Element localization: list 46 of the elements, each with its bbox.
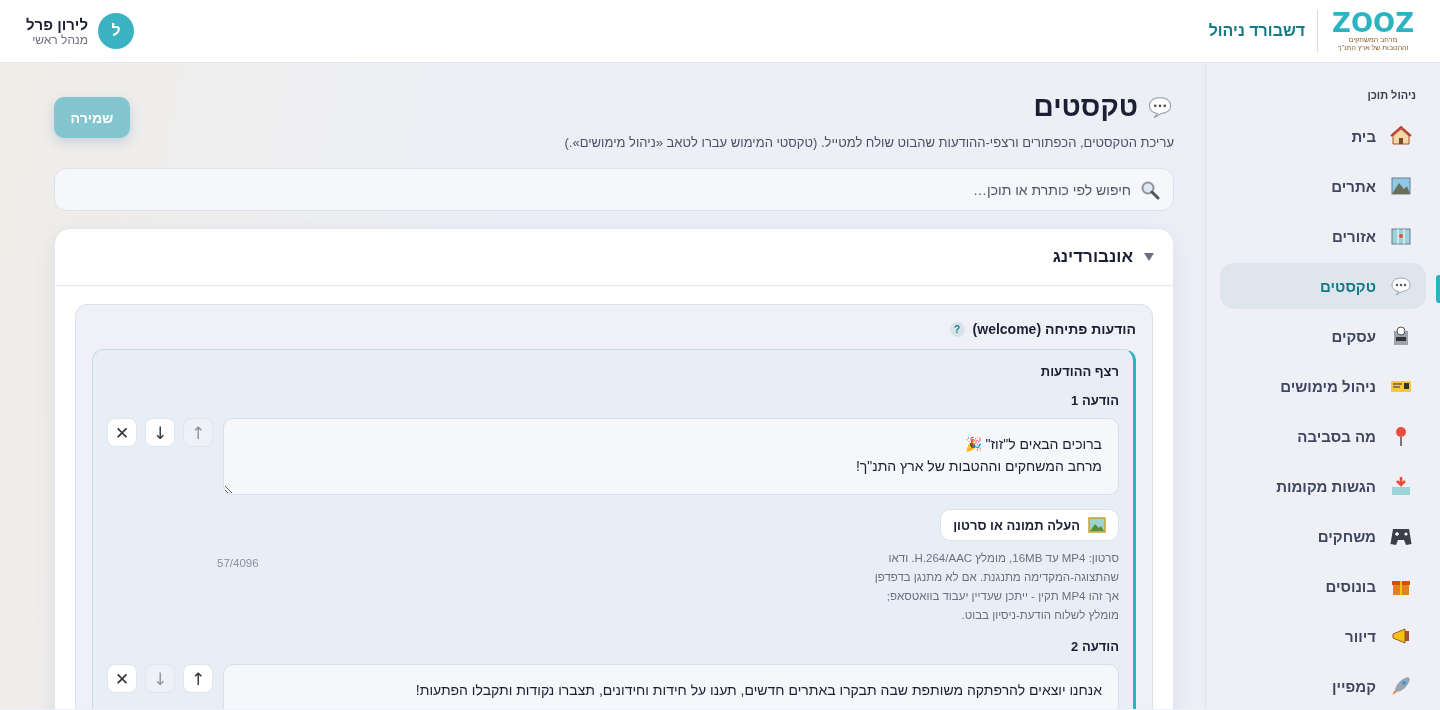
message-label: הודעה 2 (1070, 639, 1119, 654)
message-field[interactable]: אנחנו יוצאים להרפתקה משותפת שבה תבקרו באתרים חדשים, תענו על חידות וחידונים, תצברו נקודות ותקבלו הפתעות! (223, 664, 1119, 709)
nav-item[interactable]: קמפיין (1220, 663, 1426, 709)
group-title: הודעות פתיחה (welcome) (972, 321, 1136, 337)
move-up-button[interactable]: ↑ (183, 664, 213, 693)
nav-icon (1390, 625, 1412, 647)
nav-icon (1390, 175, 1412, 197)
message-label: הודעה 1 (1070, 393, 1119, 408)
move-down-button[interactable]: ↓ (145, 418, 175, 447)
upload-button[interactable]: העלה תמונה או סרטון (940, 509, 1119, 541)
section-title: אונבורדינג (1052, 247, 1133, 267)
nav-icon (1390, 675, 1412, 697)
nav-item[interactable]: טקסטים (1220, 263, 1426, 309)
nav-item[interactable]: משחקים (1220, 513, 1426, 559)
nav-item[interactable]: אזורים (1220, 213, 1426, 259)
user-role: מנהל ראשי (31, 32, 88, 47)
nav-icon (1390, 225, 1412, 247)
logo-text: ZOOZ (1332, 10, 1414, 37)
nav-item[interactable]: מה בסביבה (1220, 413, 1426, 459)
active-indicator (1436, 275, 1440, 303)
page-title: טקסטים (1033, 91, 1138, 123)
help-badge[interactable]: ? (949, 321, 965, 337)
delete-button[interactable]: ✕ (107, 664, 137, 693)
nav-item[interactable]: אתרים (1220, 163, 1426, 209)
nav-icon (1390, 275, 1412, 297)
nav-item[interactable]: דיוור (1220, 613, 1426, 659)
nav-item[interactable]: הגשות מקומות (1220, 463, 1426, 509)
caret-icon[interactable] (1143, 252, 1155, 262)
character-counter: 57/4096 (217, 557, 259, 571)
nav-item[interactable]: בית (1220, 113, 1426, 159)
delete-button[interactable]: ✕ (107, 418, 137, 447)
user-name: לירון פרל (26, 15, 88, 33)
nav-icon (1390, 475, 1412, 497)
sequence-title: רצף ההודעות (1039, 364, 1119, 379)
speech-bubble-icon (1146, 94, 1174, 120)
search-field[interactable]: חיפוש לפי כותרת או תוכן… (54, 168, 1174, 211)
upload-hint: סרטון: MP4 עד 16MB, מומלץ H.264/AAC. ודאו שהתצוגה-המקדימה מתנגנת. אם לא מתנגן בדפדפן אך זהו MP4 תקין - ייתכן שעדיין יעבוד בוואטסאפ; מומלץ לשלוח הודעת-ניסיון בבוט. (873, 551, 1119, 623)
nav-heading: ניהול תוכן (1366, 89, 1417, 103)
message-field[interactable]: ברוכים הבאים ל"זוז" 🎉 מרחב המשחקים וההטבות של ארץ התנ"ך! (223, 418, 1119, 495)
dashboard-title: דשבורד ניהול (1208, 22, 1306, 40)
nav-item[interactable]: בונוסים (1220, 563, 1426, 609)
nav-icon (1390, 125, 1412, 147)
picture-icon (1088, 517, 1106, 533)
page-subtitle: עריכת הטקסטים, הכפתורים ורצפי-ההודעות שהבוט שולח למטייל. (טקסטי המימוש עברו לטאב «ניהול מימושים».) (564, 135, 1174, 150)
nav-item[interactable]: עסקים (1220, 313, 1426, 359)
nav-item[interactable]: ניהול מימושים (1220, 363, 1426, 409)
